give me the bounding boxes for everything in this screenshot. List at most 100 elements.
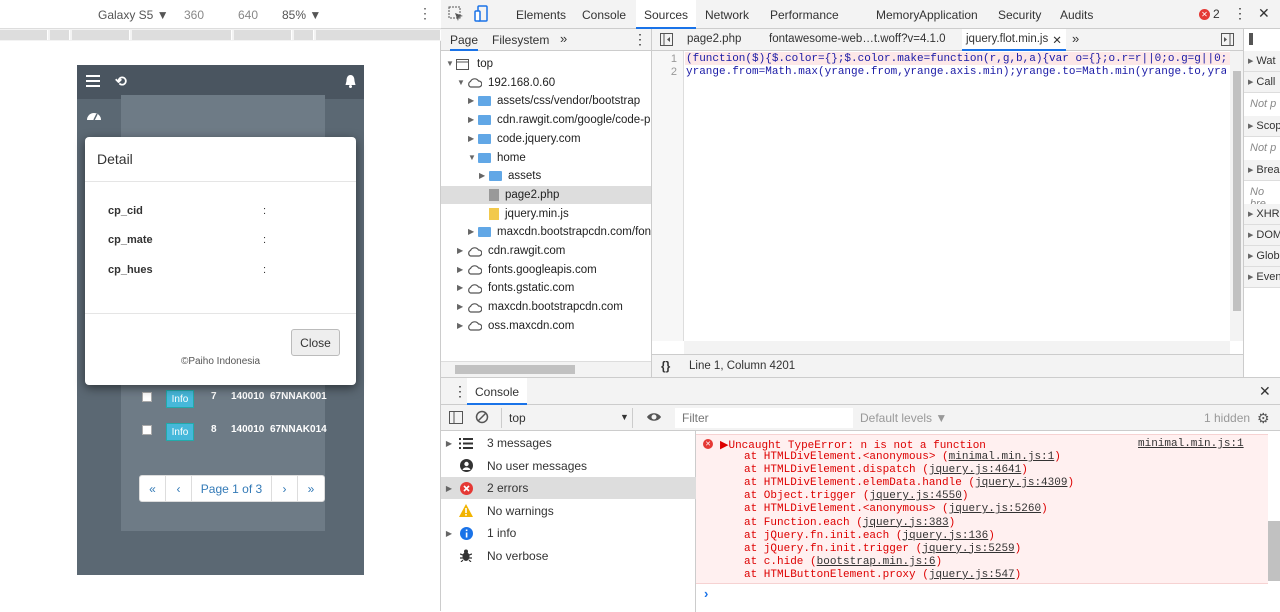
log-levels-select[interactable]: Default levels ▼ [860,411,947,425]
tree-item[interactable]: ▶ maxcdn.bootstrapcdn.com [457,298,623,316]
hamburger-icon[interactable] [86,75,100,87]
tab-console[interactable]: Console [467,378,528,405]
debugger-section[interactable]: ▶ Scop [1244,116,1280,137]
tree-item[interactable]: ▶ fonts.gstatic.com [457,279,574,297]
stack-frame-link[interactable]: jquery.js:5260 [949,503,1041,515]
tree-scrollbar[interactable] [441,361,651,377]
tab-sources[interactable]: Sources [636,0,697,29]
editor-vscroll[interactable] [1230,51,1244,341]
debugger-section[interactable]: ▶ DOM [1244,225,1280,246]
console-filter-item[interactable]: ▶ 3 messages [441,432,696,454]
device-toggle-icon[interactable] [474,5,488,22]
expand-arrow-icon[interactable]: ▶ [1248,252,1253,260]
toggle-navigator-icon[interactable] [660,33,673,46]
error-source-link[interactable]: minimal.min.js:1 [1138,438,1244,450]
editor-tab[interactable]: page2.php [687,33,741,45]
stack-frame-link[interactable]: jquery.js:547 [929,569,1015,581]
toggle-debugger-icon[interactable] [1221,33,1234,46]
tree-item[interactable]: ▶ maxcdn.bootstrapcdn.com/fon [468,223,651,241]
device-select[interactable]: Galaxy S5 ▼ [98,8,169,22]
debugger-section[interactable]: ▶ Brea [1244,160,1280,181]
debugger-section[interactable]: ▶ XHR [1244,204,1280,225]
sidebar-toggle-icon[interactable] [449,411,463,424]
stack-frame-link[interactable]: jquery.js:5259 [922,543,1014,555]
expand-arrow-icon[interactable]: ▶ [468,223,478,241]
expand-arrow-icon[interactable]: ▶ [468,111,478,129]
clear-console-icon[interactable] [475,410,489,424]
error-counter[interactable]: ✕ 2 [1199,7,1220,21]
close-devtools-icon[interactable]: ✕ [1258,5,1270,22]
refresh-icon[interactable]: ⟲ [115,73,127,90]
console-filter-item[interactable]: ▶ 1 info [441,522,696,544]
tab-page[interactable]: Page [450,33,479,51]
expand-arrow-icon[interactable]: ▶ [457,261,467,279]
last-page-button[interactable]: » [298,476,324,501]
more-options-icon[interactable]: ⋮ [633,31,647,48]
expand-arrow-icon[interactable]: ▶ [1248,273,1253,281]
tab-security[interactable]: Security [998,8,1041,22]
console-filter-item[interactable]: No verbose [441,545,696,567]
media-query-ruler[interactable] [0,29,441,41]
editor-tab-active[interactable]: jquery.flot.min.js ✕ [962,29,1066,51]
first-page-button[interactable]: « [140,476,166,501]
expand-arrow-icon[interactable]: ▼ [457,74,467,92]
pause-icon[interactable] [1249,33,1253,45]
tree-item[interactable]: ▶ fonts.googleapis.com [457,261,597,279]
drawer-menu-icon[interactable]: ⋮ [453,383,467,400]
tree-item[interactable]: ▼ 192.168.0.60 [457,74,555,92]
tree-item[interactable]: ▼ home [468,149,526,167]
expand-arrow-icon[interactable]: ▶ [457,298,467,316]
console-filter-item[interactable]: ▶ 2 errors [441,477,696,499]
expand-arrow-icon[interactable]: ▶ [1248,122,1253,130]
expand-arrow-icon[interactable]: ▶ [1248,210,1253,218]
expand-arrow-icon[interactable]: ▶ [1248,166,1253,174]
expand-arrow-icon[interactable]: ▶ [468,92,478,110]
device-height[interactable]: 640 [238,8,258,22]
stack-frame-link[interactable]: jquery.js:4641 [929,464,1021,476]
editor-hscroll[interactable] [684,341,1230,354]
stack-frame-link[interactable]: jquery.js:383 [863,517,949,529]
tab-application[interactable]: Application [919,8,978,22]
device-width[interactable]: 360 [184,8,204,22]
info-button[interactable]: Info [166,390,194,408]
row-checkbox[interactable] [142,392,152,402]
next-page-button[interactable]: › [272,476,298,501]
stack-frame-link[interactable]: bootstrap.min.js:6 [817,556,936,568]
expand-arrow-icon[interactable]: ▶ [1248,78,1253,86]
tab-filesystem[interactable]: Filesystem [492,33,549,47]
console-filter-item[interactable]: No user messages [441,455,696,477]
close-tab-icon[interactable]: ✕ [1052,33,1062,49]
expand-arrow-icon[interactable]: ▶ [457,279,467,297]
debugger-section[interactable]: ▶ Even [1244,267,1280,288]
tab-audits[interactable]: Audits [1060,8,1093,22]
debugger-section[interactable]: ▶ Wat [1244,51,1280,72]
stack-frame-link[interactable]: jquery.js:4309 [975,477,1067,489]
stack-frame-link[interactable]: minimal.min.js:1 [949,451,1055,463]
expand-arrow-icon[interactable]: ▶ [479,167,489,185]
tree-item[interactable]: ▼ top [446,55,493,73]
debugger-section[interactable]: ▶ Glob [1244,246,1280,267]
expand-arrow-icon[interactable]: ▶ [468,130,478,148]
console-filter-input[interactable] [675,408,853,428]
stack-frame-link[interactable]: jquery.js:4550 [869,490,961,502]
expand-arrow-icon[interactable]: ▼ [468,149,478,167]
error-text[interactable]: ▶Uncaught TypeError: n is not a function [720,438,986,452]
more-tabs-icon[interactable]: » [1072,31,1079,46]
tab-memory[interactable]: Memory [876,8,919,22]
more-options-icon[interactable]: ⋮ [1233,5,1247,22]
tree-item[interactable]: ▶ cdn.rawgit.com/google/code-p [468,111,650,129]
tab-performance[interactable]: Performance [770,8,839,22]
eye-icon[interactable] [646,411,662,423]
row-checkbox[interactable] [142,425,152,435]
console-filter-item[interactable]: No warnings [441,500,696,522]
tree-item[interactable]: page2.php [441,185,651,204]
close-drawer-icon[interactable]: ✕ [1259,383,1271,400]
debugger-section[interactable]: ▶ Call [1244,72,1280,93]
more-options-icon[interactable]: ⋮ [418,5,432,22]
tab-elements[interactable]: Elements [516,8,566,22]
zoom-select[interactable]: 85% ▼ [282,8,321,22]
error-message[interactable]: ✕ ▶Uncaught TypeError: n is not a functi… [696,434,1268,584]
expand-arrow-icon[interactable]: ▶ [457,242,467,260]
expand-arrow-icon[interactable]: ▶ [457,317,467,335]
tab-network[interactable]: Network [705,8,749,22]
